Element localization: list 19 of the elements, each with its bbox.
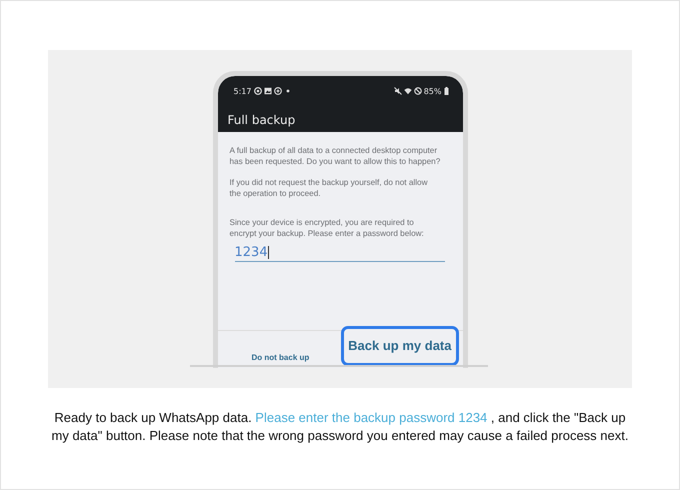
notification-icon bbox=[254, 87, 262, 95]
highlighted-text: Please enter the backup password 1234 bbox=[255, 410, 488, 425]
dialog-paragraph: If you did not request the backup yourself, do not allow the operation to proceed. bbox=[230, 177, 428, 199]
dialog-button[interactable]: Do not back up bbox=[252, 353, 310, 362]
notification-icon bbox=[274, 87, 282, 95]
battery-percentage: 85% bbox=[424, 86, 442, 96]
do-not-disturb-icon bbox=[414, 87, 422, 95]
caption-text: Ready to back up WhatsApp data. Please enter the backup password 1234 , and click the "Back up my data" button. Please note that the wrong password you entered may cause a failed process next. bbox=[50, 409, 630, 445]
image-icon bbox=[264, 87, 272, 95]
dialog-paragraph: A full backup of all data to a connected desktop computer has been requested. Do you want to allow this to happen? bbox=[230, 145, 440, 167]
password-field[interactable]: 1234 bbox=[234, 245, 444, 262]
mute-icon bbox=[394, 87, 402, 95]
dialog-title: Full backup bbox=[226, 112, 296, 127]
highlighted-button[interactable]: Back up my data bbox=[341, 326, 458, 366]
status-time: 5:17 bbox=[234, 86, 252, 96]
battery-icon bbox=[444, 87, 448, 95]
more-dot-icon bbox=[286, 89, 290, 93]
dialog-paragraph: Since your device is encrypted, you are required to encrypt your backup. Please enter a password below: bbox=[230, 217, 425, 239]
wifi-icon bbox=[404, 87, 412, 95]
